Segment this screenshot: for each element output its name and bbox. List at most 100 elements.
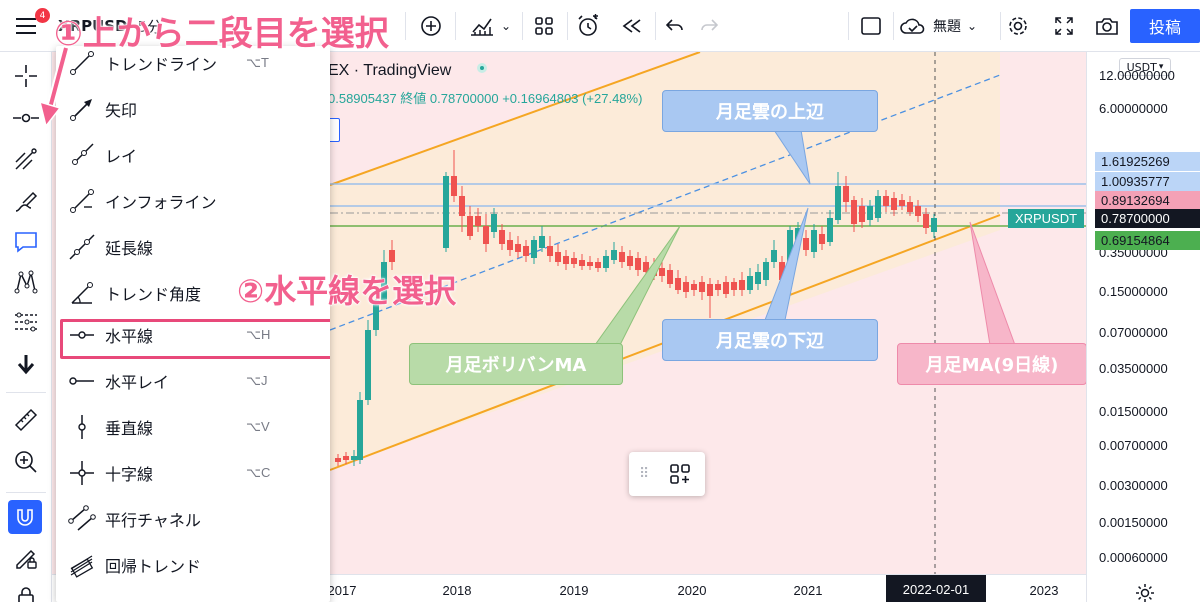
candle-body [675,278,681,290]
price-tick: 0.07000000 [1099,325,1168,340]
replay-rewind-icon[interactable] [614,8,650,44]
camera-snapshot-icon[interactable] [1090,8,1124,44]
menu-item-ray[interactable]: レイ [56,132,330,178]
menu-item-extended-line[interactable]: 延長線 [56,224,330,270]
menu-item-shortcut: ⌥T [246,55,269,70]
tradingview-screen: EX · TradingView 0.58905437 終値 0.7870000… [0,0,1200,602]
price-label-tag: 0.89132694 [1095,191,1200,210]
candle-body [351,456,357,460]
candle-body [627,256,633,266]
chevron-down-icon: ⌄ [500,19,512,33]
time-tick: 2018 [442,583,472,598]
menu-item-label: レイ [105,147,138,166]
candle-body [907,202,913,212]
crosshair-time-label: 2022-02-01 [886,575,986,602]
candle-body [851,200,857,224]
layouts-grid-icon[interactable] [526,8,562,44]
candle-body [539,236,545,248]
brush-tool-icon[interactable] [6,184,46,220]
price-label-tag: 1.61925269 [1095,152,1200,171]
candle-body [683,282,689,292]
candle-body [335,458,341,462]
candle-body [499,230,505,244]
menu-item-label: インフォライン [105,193,217,212]
arrow-down-icon[interactable] [6,346,46,382]
drawing-toolbar [0,52,52,602]
regression-trend-icon [70,555,94,578]
time-tick: 2023 [1029,583,1059,598]
toolbar-divider [893,12,894,40]
candle-body [835,186,841,220]
callout-bb-ma: 月足ボリバンMA [409,343,623,385]
step1-annotation: ①上から二段目を選択 [54,14,390,55]
undo-icon[interactable] [660,8,690,44]
menu-item-label: 垂直線 [105,419,154,438]
candle-body [691,284,697,290]
candle-body [755,272,761,284]
horizontal-ray-icon [69,377,94,385]
candle-body [579,260,585,266]
layout-name-button[interactable]: 無題 ⌄ [899,8,995,44]
magnet-mode-icon[interactable] [8,500,42,534]
candle-body [451,176,457,196]
indicators-button[interactable]: ⌄ [462,8,518,44]
menu-item-parallel-channel[interactable]: 平行チャネル [56,496,330,542]
compare-add-icon[interactable] [413,8,449,44]
candle-body [443,176,449,248]
price-tick: 0.03500000 [1099,361,1168,376]
menu-item-label: 回帰トレンド [105,557,202,576]
candle-body [867,206,873,220]
menu-item-horizontal-ray[interactable]: 水平レイ ⌥J [56,358,330,404]
menu-item-info-line[interactable]: インフォライン [56,178,330,224]
redo-icon[interactable] [694,8,724,44]
zoom-in-icon[interactable] [6,444,46,480]
pattern-tool-icon[interactable] [6,264,46,300]
menu-item-arrow[interactable]: 矢印 [56,86,330,132]
post-button[interactable]: 投稿 [1130,9,1200,43]
candle-body [827,218,833,242]
candle-body [571,258,577,264]
menu-item-label: 矢印 [105,101,138,120]
menu-item-vertical-line[interactable]: 垂直線 ⌥V [56,404,330,450]
object-tree-icon[interactable] [669,463,691,485]
notification-badge: 4 [35,8,50,23]
settings-gear-icon[interactable] [1001,8,1035,44]
line-tools-dropdown: トレンドライン ⌥T 矢印 レイ インフォライン 延長線 トレンド角度 水平線 ⌥H 水平レイ ⌥J… [56,46,330,602]
menu-item-regression-trend[interactable]: 回帰トレンド [56,542,330,588]
candle-body [843,186,849,202]
chart-legend-ohlc: 0.58905437 終値 0.78700000 +0.16964803 (+2… [328,91,643,106]
candle-body [739,280,745,290]
text-comment-tool-icon[interactable] [6,224,46,260]
menu-item-cross-line[interactable]: 十字線 ⌥C [56,450,330,496]
fullscreen-select-icon[interactable] [855,8,887,44]
price-tick: 6.00000000 [1099,101,1168,116]
lock-drawing-icon[interactable] [6,540,46,576]
floating-toolbar[interactable]: ⠿ [629,452,705,496]
symbol-tag: XRPUSDT [1008,209,1084,228]
alert-clock-icon[interactable] [570,8,606,44]
toolbar-divider [405,12,406,40]
fullscreen-expand-icon[interactable] [1047,8,1081,44]
price-axis[interactable]: USDT▾ 24.0000000012.000000006.000000000.… [1086,30,1200,602]
price-tick: 0.00700000 [1099,438,1168,453]
price-label-tag: 0.78700000 [1095,209,1200,228]
drag-handle-icon[interactable]: ⠿ [639,466,650,482]
candle-body [587,262,593,266]
axis-settings-gear-icon[interactable] [1135,583,1155,602]
cloud-check-icon [900,18,925,34]
lock-icon[interactable] [6,578,46,602]
extended-line-icon [69,234,95,260]
fib-tool-icon[interactable] [6,142,46,178]
toolbar-divider [455,12,456,40]
menu-item-label: 延長線 [105,239,154,258]
candle-body [357,400,363,460]
menu-item-label: 十字線 [105,465,154,484]
vertical-line-icon [78,415,86,439]
forecast-tool-icon[interactable] [6,304,46,340]
ruler-measure-icon[interactable] [6,402,46,438]
candle-body [483,226,489,244]
candle-body [923,214,929,228]
time-tick: 2020 [677,583,707,598]
callout-cloud-bottom: 月足雲の下辺 [662,319,878,361]
menu-item-label: 平行チャネル [105,511,201,530]
